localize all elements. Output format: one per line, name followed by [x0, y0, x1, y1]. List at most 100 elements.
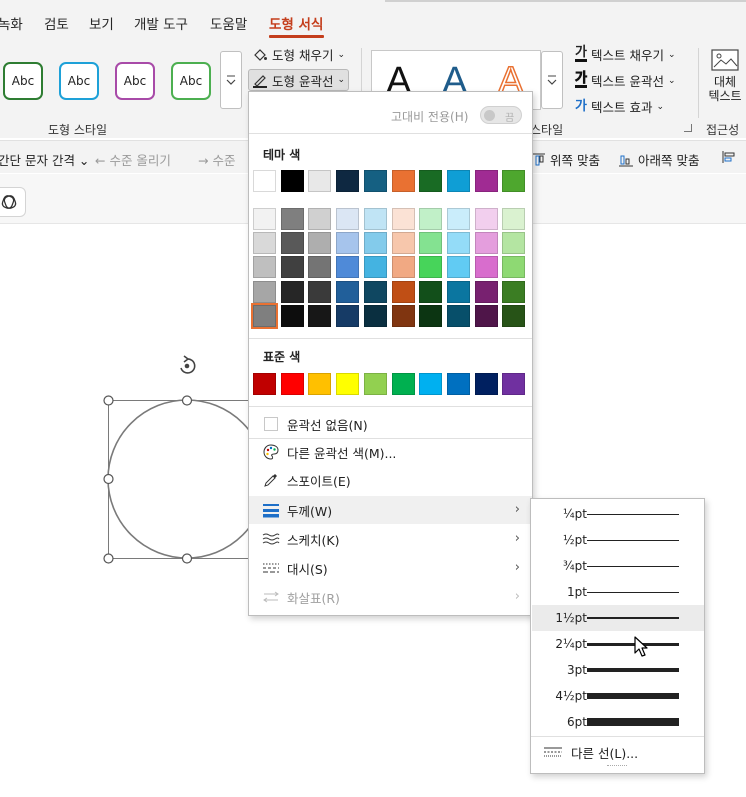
tab-shape-format[interactable]: 도형 서식: [269, 13, 323, 33]
eyedropper-item[interactable]: 스포이트(E): [249, 466, 532, 494]
style-gallery-more-button[interactable]: [220, 51, 242, 109]
theme-tint-swatch[interactable]: [253, 256, 276, 279]
standard-color-swatch[interactable]: [336, 373, 360, 395]
theme-tint-swatch[interactable]: [474, 304, 498, 327]
theme-tint-swatch[interactable]: [336, 280, 360, 303]
theme-tint-swatch[interactable]: [308, 208, 332, 230]
theme-tint-swatch[interactable]: [474, 256, 498, 279]
selected-circle-shape[interactable]: [95, 352, 265, 574]
more-lines-item[interactable]: 다른 선(L)...: [531, 740, 704, 764]
standard-color-swatch[interactable]: [308, 373, 332, 395]
theme-tint-swatch[interactable]: [253, 208, 276, 230]
theme-color-swatch[interactable]: [308, 170, 332, 192]
theme-color-swatch[interactable]: [336, 170, 360, 192]
high-contrast-toggle[interactable]: 끔: [480, 106, 522, 124]
theme-tint-swatch[interactable]: [502, 256, 526, 279]
shape-style-swatch[interactable]: Abc: [115, 62, 155, 100]
theme-color-swatch[interactable]: [391, 170, 415, 192]
shape-style-swatch[interactable]: Abc: [171, 62, 211, 100]
align-top-button[interactable]: 위쪽 맞춤: [532, 150, 600, 169]
shape-style-swatch[interactable]: Abc: [59, 62, 99, 100]
char-spacing-button[interactable]: 간단 문자 간격 ⌄: [0, 150, 89, 169]
theme-tint-swatch[interactable]: [308, 232, 332, 255]
theme-tint-swatch[interactable]: [251, 302, 278, 329]
theme-tint-swatch[interactable]: [336, 256, 360, 279]
demote-button[interactable]: → 수준: [198, 150, 235, 169]
theme-tint-swatch[interactable]: [419, 232, 443, 255]
shape-style-swatch[interactable]: Abc: [3, 62, 43, 100]
standard-color-swatch[interactable]: [391, 373, 415, 395]
more-outline-colors-item[interactable]: 다른 윤곽선 색(M)...: [249, 438, 532, 466]
theme-tint-swatch[interactable]: [391, 208, 415, 230]
arrows-item[interactable]: 화살표(R) ›: [249, 583, 532, 611]
weight-option[interactable]: 2¼pt: [532, 631, 704, 657]
theme-tint-swatch[interactable]: [253, 280, 276, 303]
theme-tint-swatch[interactable]: [336, 304, 360, 327]
theme-tint-swatch[interactable]: [446, 304, 470, 327]
theme-tint-swatch[interactable]: [253, 232, 276, 255]
theme-tint-swatch[interactable]: [502, 280, 526, 303]
alt-text-button[interactable]: 대체 텍스트: [705, 48, 745, 103]
theme-tint-swatch[interactable]: [363, 232, 387, 255]
theme-tint-swatch[interactable]: [419, 256, 443, 279]
weight-option[interactable]: ¾pt: [532, 553, 704, 579]
theme-tint-swatch[interactable]: [446, 280, 470, 303]
weight-option[interactable]: 6pt: [532, 709, 704, 735]
align-bottom-button[interactable]: 아래쪽 맞춤: [618, 150, 699, 169]
wordart-gallery-more-button[interactable]: [541, 51, 563, 109]
theme-tint-swatch[interactable]: [391, 304, 415, 327]
text-outline-button[interactable]: 가 텍스트 윤곽선 ⌄: [575, 71, 676, 90]
tab-view[interactable]: 보기: [89, 13, 114, 33]
theme-tint-swatch[interactable]: [363, 280, 387, 303]
shape-fill-button[interactable]: 도형 채우기 ⌄: [252, 45, 345, 64]
theme-color-swatch[interactable]: [363, 170, 387, 192]
standard-color-swatch[interactable]: [253, 373, 276, 395]
theme-tint-swatch[interactable]: [363, 256, 387, 279]
theme-color-swatch[interactable]: [419, 170, 443, 192]
no-outline-item[interactable]: 윤곽선 없음(N): [249, 410, 532, 438]
tab-review[interactable]: 검토: [44, 13, 69, 33]
standard-color-swatch[interactable]: [280, 373, 304, 395]
theme-tint-swatch[interactable]: [419, 208, 443, 230]
weight-item[interactable]: 두께(W) ›: [249, 496, 532, 524]
text-effects-button[interactable]: 가 텍스트 효과 ⌄: [575, 97, 664, 116]
theme-tint-swatch[interactable]: [474, 280, 498, 303]
weight-option[interactable]: 1pt: [532, 579, 704, 605]
weight-option[interactable]: 4½pt: [532, 683, 704, 709]
resize-grip[interactable]: [607, 765, 627, 766]
theme-tint-swatch[interactable]: [502, 208, 526, 230]
standard-color-swatch[interactable]: [502, 373, 526, 395]
theme-tint-swatch[interactable]: [502, 304, 526, 327]
weight-option[interactable]: 1½pt: [532, 605, 704, 631]
weight-option[interactable]: ½pt: [532, 527, 704, 553]
theme-color-swatch[interactable]: [253, 170, 276, 192]
theme-tint-swatch[interactable]: [419, 280, 443, 303]
weight-option[interactable]: 3pt: [532, 657, 704, 683]
theme-tint-swatch[interactable]: [391, 256, 415, 279]
theme-tint-swatch[interactable]: [391, 280, 415, 303]
theme-tint-swatch[interactable]: [446, 232, 470, 255]
standard-color-swatch[interactable]: [474, 373, 498, 395]
theme-tint-swatch[interactable]: [308, 256, 332, 279]
theme-tint-swatch[interactable]: [363, 304, 387, 327]
theme-color-swatch[interactable]: [280, 170, 304, 192]
theme-tint-swatch[interactable]: [280, 208, 304, 230]
theme-tint-swatch[interactable]: [280, 232, 304, 255]
theme-tint-swatch[interactable]: [308, 304, 332, 327]
align-left-button[interactable]: [722, 150, 736, 165]
sketched-item[interactable]: 스케치(K) ›: [249, 525, 532, 553]
theme-color-swatch[interactable]: [446, 170, 470, 192]
dialog-launcher-icon[interactable]: [684, 124, 692, 132]
theme-color-swatch[interactable]: [474, 170, 498, 192]
shape-outline-button[interactable]: 도형 윤곽선 ⌄: [248, 69, 350, 91]
theme-tint-swatch[interactable]: [336, 232, 360, 255]
text-fill-button[interactable]: 가 텍스트 채우기 ⌄: [575, 45, 676, 64]
theme-tint-swatch[interactable]: [308, 280, 332, 303]
theme-tint-swatch[interactable]: [502, 232, 526, 255]
theme-tint-swatch[interactable]: [474, 208, 498, 230]
theme-tint-swatch[interactable]: [474, 232, 498, 255]
promote-button[interactable]: ← 수준 올리기: [95, 150, 171, 169]
tab-record[interactable]: 녹화: [0, 13, 23, 33]
theme-color-swatch[interactable]: [502, 170, 526, 192]
theme-tint-swatch[interactable]: [280, 256, 304, 279]
